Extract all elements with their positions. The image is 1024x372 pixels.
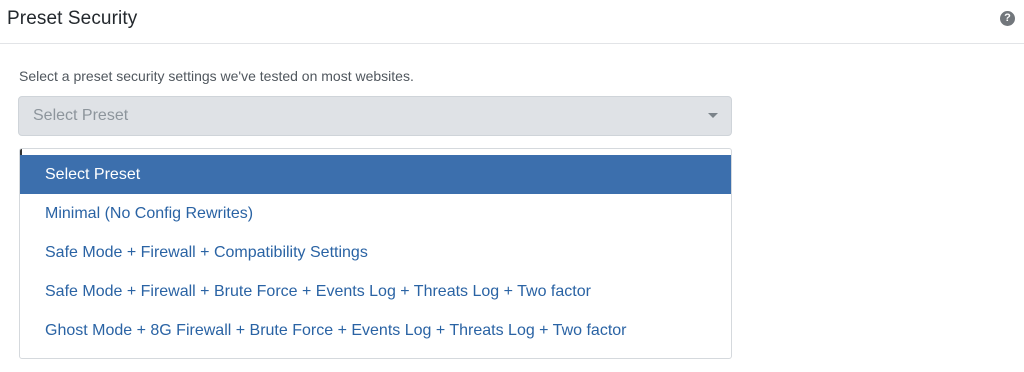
preset-description: Select a preset security settings we've … (19, 68, 414, 84)
panel-header: Preset Security ? (0, 0, 1024, 44)
preset-option-minimal[interactable]: Minimal (No Config Rewrites) (20, 194, 731, 233)
preset-option-select-preset[interactable]: Select Preset (20, 155, 731, 194)
preset-option-safe-mode-full[interactable]: Safe Mode + Firewall + Brute Force + Eve… (20, 272, 731, 311)
preset-option-ghost-mode[interactable]: Ghost Mode + 8G Firewall + Brute Force +… (20, 311, 731, 350)
page-title: Preset Security (7, 8, 138, 29)
chevron-down-icon (708, 113, 718, 118)
preset-dropdown-list: Select Preset Minimal (No Config Rewrite… (19, 148, 732, 359)
preset-option-safe-mode-compatibility[interactable]: Safe Mode + Firewall + Compatibility Set… (20, 233, 731, 272)
preset-select[interactable]: Select Preset (18, 96, 732, 136)
help-icon[interactable]: ? (1000, 11, 1015, 26)
preset-security-panel: Preset Security ? Select a preset securi… (0, 0, 1024, 372)
preset-select-value: Select Preset (33, 107, 129, 124)
